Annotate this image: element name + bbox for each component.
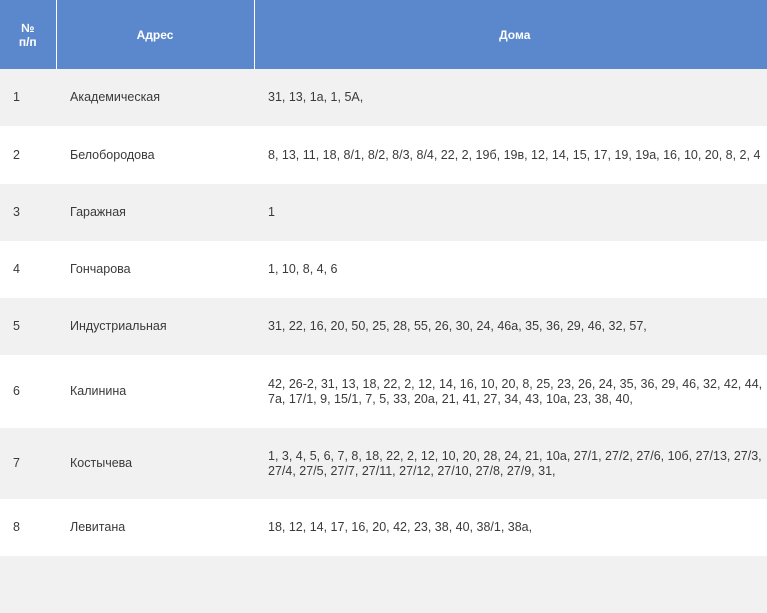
table-row: 3 Гаражная 1 bbox=[0, 184, 767, 241]
row-street bbox=[56, 556, 254, 613]
row-street: Белобородова bbox=[56, 126, 254, 184]
table-row: 5 Индустриальная 31, 22, 16, 20, 50, 25,… bbox=[0, 298, 767, 355]
row-number: 5 bbox=[0, 298, 56, 355]
table-row: 1 Академическая 31, 13, 1а, 1, 5А, bbox=[0, 69, 767, 126]
row-number bbox=[0, 556, 56, 613]
row-number: 1 bbox=[0, 69, 56, 126]
header-houses[interactable]: Дома bbox=[254, 0, 767, 69]
table-row: 7 Костычева 1, 3, 4, 5, 6, 7, 8, 18, 22,… bbox=[0, 428, 767, 499]
table-row bbox=[0, 556, 767, 613]
row-houses: 1, 3, 4, 5, 6, 7, 8, 18, 22, 2, 12, 10, … bbox=[254, 428, 767, 499]
header-number[interactable]: № п/п bbox=[0, 0, 57, 69]
table-header-row: № п/п Адрес Дома bbox=[0, 0, 767, 69]
address-table: № п/п Адрес Дома 1 Академическая 31, 13,… bbox=[0, 0, 767, 613]
row-street: Гончарова bbox=[56, 241, 254, 298]
header-address[interactable]: Адрес bbox=[56, 0, 255, 69]
table-row: 4 Гончарова 1, 10, 8, 4, 6 bbox=[0, 241, 767, 298]
table-row: 2 Белобородова 8, 13, 11, 18, 8/1, 8/2, … bbox=[0, 126, 767, 184]
row-houses: 31, 13, 1а, 1, 5А, bbox=[254, 69, 767, 126]
row-street: Костычева bbox=[56, 428, 254, 499]
row-number: 7 bbox=[0, 428, 56, 499]
header-number-abbrev: п/п bbox=[18, 34, 37, 49]
table-row: 6 Калинина 42, 26-2, 31, 13, 18, 22, 2, … bbox=[0, 355, 767, 428]
row-houses: 8, 13, 11, 18, 8/1, 8/2, 8/3, 8/4, 22, 2… bbox=[254, 126, 767, 184]
row-houses bbox=[254, 556, 767, 613]
row-number: 2 bbox=[0, 126, 56, 184]
row-street: Гаражная bbox=[56, 184, 254, 241]
row-houses: 42, 26-2, 31, 13, 18, 22, 2, 12, 14, 16,… bbox=[254, 355, 767, 428]
row-houses: 1, 10, 8, 4, 6 bbox=[254, 241, 767, 298]
row-houses: 1 bbox=[254, 184, 767, 241]
row-number: 6 bbox=[0, 355, 56, 428]
row-street: Калинина bbox=[56, 355, 254, 428]
row-street: Индустриальная bbox=[56, 298, 254, 355]
row-houses: 18, 12, 14, 17, 16, 20, 42, 23, 38, 40, … bbox=[254, 499, 767, 556]
row-street: Левитана bbox=[56, 499, 254, 556]
row-houses: 31, 22, 16, 20, 50, 25, 28, 55, 26, 30, … bbox=[254, 298, 767, 355]
header-number-symbol: № bbox=[21, 20, 35, 35]
row-number: 4 bbox=[0, 241, 56, 298]
row-number: 8 bbox=[0, 499, 56, 556]
row-number: 3 bbox=[0, 184, 56, 241]
row-street: Академическая bbox=[56, 69, 254, 126]
table-row: 8 Левитана 18, 12, 14, 17, 16, 20, 42, 2… bbox=[0, 499, 767, 556]
